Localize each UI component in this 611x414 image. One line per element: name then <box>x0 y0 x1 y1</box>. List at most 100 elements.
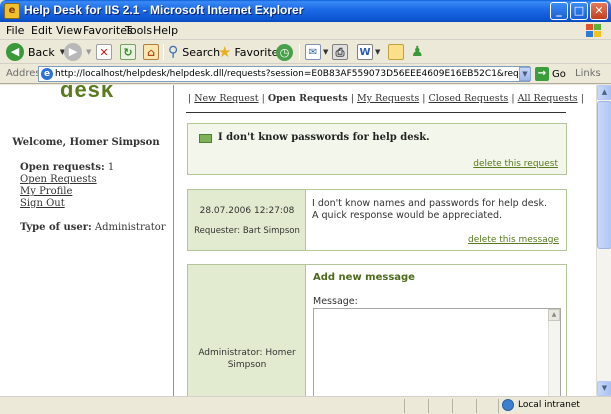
message-requester: Requester: Bart Simpson <box>194 226 300 236</box>
menu-edit[interactable]: Edit <box>31 24 52 37</box>
print-icon: ⎙ <box>332 44 348 60</box>
favorites-button[interactable]: ★ Favorites <box>218 42 284 62</box>
add-message-title: Add new message <box>313 272 415 283</box>
page-content: desk Welcome, Homer Simpson Open request… <box>0 85 596 396</box>
address-dropdown-button[interactable]: ▼ <box>519 67 531 81</box>
history-icon: ◷ <box>276 43 293 61</box>
print-button[interactable]: ⎙ <box>332 42 348 62</box>
close-button[interactable]: ✕ <box>590 2 608 20</box>
scrollbar-thumb[interactable] <box>597 101 611 249</box>
status-bar: Local intranet <box>0 396 611 414</box>
messenger-icon: ♟ <box>411 44 424 60</box>
textarea-scroll-up-icon[interactable]: ▲ <box>548 309 560 321</box>
menu-bar: File Edit View Favorites Tools Help <box>0 22 611 40</box>
status-cell <box>498 399 499 413</box>
nav-new-request[interactable]: New Request <box>194 93 258 104</box>
toolbar-separator <box>299 44 300 60</box>
forward-button[interactable]: ▶ ▼ <box>64 42 91 62</box>
messenger-button[interactable]: ♟ <box>411 42 424 62</box>
message-date: 28.07.2006 12:27:08 <box>199 206 295 216</box>
menu-file[interactable]: File <box>6 24 24 37</box>
menu-view[interactable]: View <box>56 24 82 37</box>
refresh-button[interactable]: ↻ <box>120 42 136 62</box>
author-name: Administrator: Homer <box>198 348 296 358</box>
sidebar-link-sign-out[interactable]: Sign Out <box>20 198 65 209</box>
menu-tools[interactable]: Tools <box>125 24 152 37</box>
edit-document-icon: W <box>357 44 373 60</box>
chevron-down-icon: ▼ <box>86 48 92 56</box>
refresh-icon: ↻ <box>120 44 136 60</box>
status-cell <box>428 399 429 413</box>
windows-logo-icon <box>586 24 601 37</box>
nav-divider <box>186 112 566 113</box>
security-zone: Local intranet <box>502 399 580 411</box>
globe-icon <box>502 399 514 411</box>
status-cell <box>452 399 453 413</box>
welcome-text: Welcome, Homer Simpson <box>12 137 160 148</box>
message-textarea-scroll-container: ▲ <box>313 308 561 396</box>
address-bar: Address e http://localhost/helpdesk/help… <box>0 64 611 84</box>
chevron-down-icon: ▼ <box>323 48 329 56</box>
nav-open-requests[interactable]: Open Requests <box>268 93 348 104</box>
sidebar-link-open-requests[interactable]: Open Requests <box>20 174 97 185</box>
sidebar-link-my-profile[interactable]: My Profile <box>20 186 72 197</box>
sidebar-divider <box>173 85 174 396</box>
title-bar: e Help Desk for IIS 2.1 - Microsoft Inte… <box>0 0 611 22</box>
edit-button[interactable]: W ▼ <box>357 42 380 62</box>
address-input[interactable]: e http://localhost/helpdesk/helpdesk.dll… <box>38 66 530 82</box>
history-button[interactable]: ◷ <box>276 42 293 62</box>
ie-app-icon: e <box>4 3 20 19</box>
scroll-up-icon[interactable]: ▲ <box>597 85 611 100</box>
page-icon: e <box>41 68 53 80</box>
message-panel: 28.07.2006 12:27:08 Requester: Bart Simp… <box>187 189 567 251</box>
add-message-panel: Administrator: Homer Simpson Add new mes… <box>187 264 567 396</box>
back-arrow-icon: ◀ <box>6 43 24 61</box>
delete-request-link[interactable]: delete this request <box>473 159 558 169</box>
home-icon: ⌂ <box>143 44 159 60</box>
message-meta: 28.07.2006 12:27:08 Requester: Bart Simp… <box>188 190 306 250</box>
window-title: Help Desk for IIS 2.1 - Microsoft Intern… <box>24 3 304 17</box>
request-nav: | New Request | Open Requests | My Reque… <box>188 93 584 104</box>
message-label: Message: <box>313 296 358 307</box>
delete-message-link[interactable]: delete this message <box>468 235 559 245</box>
note-icon <box>388 44 404 60</box>
search-icon: ⚲ <box>168 44 179 60</box>
links-toolbar[interactable]: Links <box>575 68 601 79</box>
open-requests-summary: Open requests: 1 <box>20 162 115 173</box>
discuss-button[interactable] <box>388 42 404 62</box>
status-cell <box>404 399 405 413</box>
stop-icon: ✕ <box>96 44 112 60</box>
add-message-meta: Administrator: Homer Simpson <box>188 265 306 396</box>
toolbar: ◀ Back ▼ ▶ ▼ ✕ ↻ ⌂ ⚲ Search ★ Favorites … <box>0 40 611 64</box>
page-scrollbar[interactable]: ▲ ▼ <box>596 85 611 396</box>
request-subject-panel: I don't know passwords for help desk. de… <box>187 123 567 175</box>
message-body-line: I don't know names and passwords for hel… <box>312 198 548 209</box>
go-arrow-icon: → <box>535 67 549 81</box>
stop-button[interactable]: ✕ <box>96 42 112 62</box>
envelope-icon <box>199 134 212 143</box>
sidebar: desk Welcome, Homer Simpson Open request… <box>0 85 172 396</box>
author-name: Simpson <box>227 360 267 370</box>
go-button[interactable]: → Go <box>535 67 566 81</box>
favorites-star-icon: ★ <box>218 43 232 61</box>
minimize-button[interactable]: _ <box>550 2 568 20</box>
scroll-down-icon[interactable]: ▼ <box>597 381 611 396</box>
back-button[interactable]: ◀ Back ▼ <box>6 42 65 62</box>
forward-arrow-icon: ▶ <box>64 43 82 61</box>
search-button[interactable]: ⚲ Search <box>168 42 220 62</box>
mail-button[interactable]: ✉ ▼ <box>305 42 328 62</box>
textarea-scrollbar[interactable] <box>548 309 560 396</box>
home-button[interactable]: ⌂ <box>143 42 159 62</box>
status-cell <box>476 399 477 413</box>
nav-my-requests[interactable]: My Requests <box>357 93 419 104</box>
maximize-button[interactable]: □ <box>570 2 588 20</box>
nav-closed-requests[interactable]: Closed Requests <box>429 93 509 104</box>
user-type: Type of user: Administrator <box>20 222 166 233</box>
message-body-line: A quick response would be appreciated. <box>312 210 503 221</box>
menu-help[interactable]: Help <box>153 24 178 37</box>
nav-all-requests[interactable]: All Requests <box>518 93 578 104</box>
address-url: http://localhost/helpdesk/helpdesk.dll/r… <box>55 69 530 79</box>
help-desk-logo: desk <box>60 85 115 102</box>
toolbar-separator <box>163 44 164 60</box>
request-subject: I don't know passwords for help desk. <box>218 132 430 143</box>
